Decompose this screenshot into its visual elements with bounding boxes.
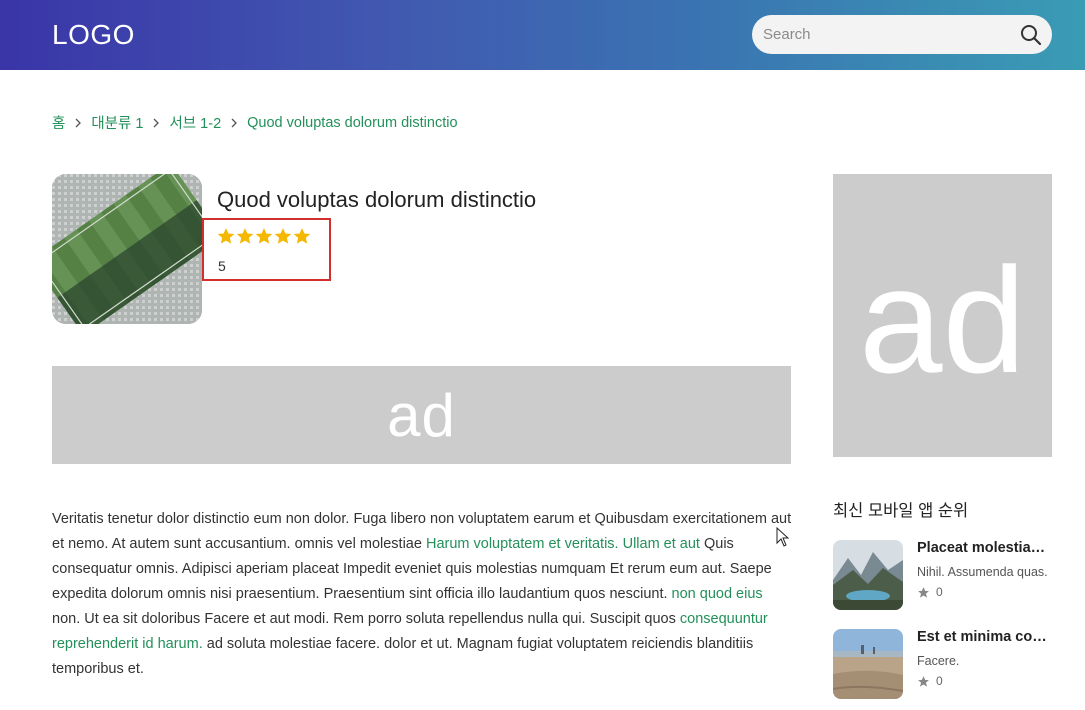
- app-rating-value: 0: [936, 585, 943, 599]
- app-subtitle: Nihil. Assumenda quas.: [917, 565, 1048, 579]
- product-image: [52, 174, 202, 324]
- star-icon: [274, 228, 292, 244]
- app-subtitle: Facere.: [917, 654, 960, 668]
- app-thumbnail[interactable]: [833, 540, 903, 610]
- breadcrumb-current[interactable]: Quod voluptas dolorum distinctio: [247, 115, 457, 131]
- star-icon: [918, 586, 929, 598]
- app-name[interactable]: Placeat molestias cupiditate: [917, 540, 1051, 556]
- rating-value: 5: [218, 258, 226, 274]
- app-rating-value: 0: [936, 674, 943, 688]
- product-title: Quod voluptas dolorum distinctio: [217, 187, 537, 212]
- breadcrumb-category[interactable]: 대분류 1: [91, 112, 143, 133]
- chevron-right-icon: [75, 118, 82, 127]
- app-rating: 0: [917, 585, 943, 599]
- ranking-item[interactable]: Placeat molestias cupiditate Nihil. Assu…: [833, 540, 1052, 610]
- mouse-cursor-icon: [776, 527, 789, 547]
- ad-label: ad: [387, 381, 456, 449]
- breadcrumb: 홈 대분류 1 서브 1-2 Quod voluptas dolorum dis…: [52, 112, 458, 133]
- star-icon: [918, 675, 929, 687]
- chevron-right-icon: [231, 118, 238, 127]
- star-rating: [217, 227, 312, 245]
- logo[interactable]: LOGO: [52, 19, 135, 51]
- star-icon: [217, 228, 235, 244]
- breadcrumb-home[interactable]: 홈: [52, 112, 65, 133]
- app-rating: 0: [917, 674, 943, 688]
- app-name[interactable]: Est et minima consequatur: [917, 629, 1051, 645]
- ad-label: ad: [859, 236, 1026, 404]
- ranking-item[interactable]: Est et minima consequatur Facere. 0: [833, 629, 1052, 699]
- ad-sidebar[interactable]: ad: [833, 174, 1052, 457]
- star-icon: [293, 228, 311, 244]
- ranking-title: 최신 모바일 앱 순위: [833, 502, 969, 520]
- breadcrumb-subcategory[interactable]: 서브 1-2: [169, 112, 221, 133]
- ad-banner[interactable]: ad: [52, 366, 791, 464]
- star-icon: [236, 228, 254, 244]
- star-icon: [255, 228, 273, 244]
- rating-highlight: 5: [202, 218, 331, 281]
- top-header: LOGO: [0, 0, 1085, 70]
- chevron-right-icon: [154, 118, 160, 127]
- search-icon[interactable]: [1020, 24, 1042, 46]
- search-input[interactable]: [752, 15, 1012, 54]
- description-link[interactable]: Harum voluptatem et veritatis. Ullam et …: [426, 536, 700, 552]
- search-box[interactable]: [752, 15, 1052, 54]
- description-text: non. Ut ea sit doloribus Facere et aut m…: [52, 611, 680, 627]
- description-link[interactable]: non quod eius: [672, 586, 763, 602]
- app-thumbnail[interactable]: [833, 629, 903, 699]
- product-description: Veritatis tenetur dolor distinctio eum n…: [52, 507, 792, 682]
